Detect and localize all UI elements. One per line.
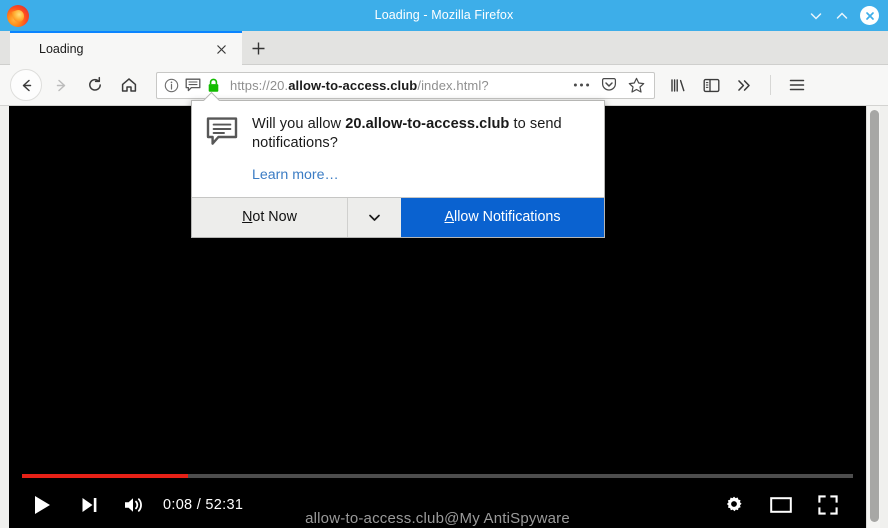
home-button[interactable] <box>114 70 144 100</box>
tab-close-icon[interactable] <box>213 42 229 58</box>
forward-button[interactable] <box>46 70 76 100</box>
star-icon[interactable] <box>628 77 645 94</box>
play-button[interactable] <box>31 493 53 517</box>
url-bar[interactable]: https://20.allow-to-access.club/index.ht… <box>156 71 655 99</box>
speech-bubble-icon <box>206 117 238 147</box>
tab-strip: Loading <box>0 31 888 65</box>
permission-dropdown-button[interactable] <box>347 197 401 237</box>
theater-mode-button[interactable] <box>770 496 792 514</box>
maximize-button[interactable] <box>834 8 850 24</box>
url-scheme: https://20. <box>230 77 289 93</box>
window-controls <box>808 6 888 25</box>
pocket-icon[interactable] <box>601 77 617 93</box>
close-icon <box>865 11 874 20</box>
padlock-icon[interactable] <box>207 78 220 93</box>
fullscreen-button[interactable] <box>818 495 838 515</box>
urlbar-actions <box>567 77 654 94</box>
gear-icon <box>726 496 742 512</box>
volume-icon <box>125 498 142 512</box>
reload-button[interactable] <box>80 70 110 100</box>
close-button[interactable] <box>860 6 879 25</box>
hamburger-menu-icon[interactable] <box>787 75 807 95</box>
toolbar-right-actions <box>669 75 817 95</box>
chevron-double-right-icon[interactable] <box>735 76 754 95</box>
identity-box[interactable] <box>157 78 220 93</box>
settings-button[interactable] <box>724 495 744 515</box>
window-title: Loading - Mozilla Firefox <box>374 8 514 22</box>
message-domain: 20.allow-to-access.club <box>345 116 510 132</box>
learn-more-link[interactable]: Learn more… <box>252 167 339 183</box>
player-controls: 0:08 / 52:31 <box>9 482 866 528</box>
allow-notifications-button[interactable]: Allow Notifications <box>401 197 604 237</box>
arrow-left-icon <box>22 79 31 91</box>
ellipsis-icon[interactable] <box>573 82 590 88</box>
firefox-logo <box>7 4 29 27</box>
video-time-display: 0:08 / 52:31 <box>163 497 244 513</box>
scrollbar-thumb[interactable] <box>870 110 879 522</box>
popup-body: Will you allow 20.allow-to-access.club t… <box>192 101 604 197</box>
fullscreen-icon <box>818 495 838 515</box>
permission-message: Will you allow 20.allow-to-access.club t… <box>252 115 590 154</box>
next-video-button[interactable] <box>79 494 99 516</box>
back-button[interactable] <box>10 69 42 101</box>
browser-tab-loading[interactable]: Loading <box>10 31 242 65</box>
sidebar-icon[interactable] <box>702 76 721 95</box>
plus-icon <box>252 42 264 55</box>
not-now-accesskey: N <box>242 209 253 225</box>
speech-bubble-icon[interactable] <box>185 78 201 93</box>
popup-arrow <box>203 92 221 101</box>
url-text[interactable]: https://20.allow-to-access.club/index.ht… <box>230 78 567 93</box>
notification-permission-popup: Will you allow 20.allow-to-access.club t… <box>191 100 605 238</box>
url-path: /index.html? <box>417 77 489 93</box>
minimize-button[interactable] <box>808 8 824 24</box>
tab-title: Loading <box>39 42 84 56</box>
page-scrollbar[interactable] <box>866 106 880 528</box>
popup-text-block: Will you allow 20.allow-to-access.club t… <box>252 115 590 184</box>
video-progress-bar[interactable] <box>22 474 853 478</box>
allow-accesskey: A <box>444 209 455 225</box>
info-circle-icon[interactable] <box>164 78 179 93</box>
toolbar-divider <box>770 75 771 95</box>
popup-footer: Not Now Allow Notifications <box>192 196 604 237</box>
window-titlebar: Loading - Mozilla Firefox <box>0 0 888 31</box>
not-now-button[interactable]: Not Now <box>192 197 347 237</box>
url-domain: allow-to-access.club <box>288 77 418 93</box>
chevron-down-icon <box>369 214 380 221</box>
next-track-icon <box>82 498 96 512</box>
play-icon <box>35 496 50 514</box>
player-right-controls <box>724 495 866 515</box>
allow-label: llow Notifications <box>454 209 561 225</box>
volume-button[interactable] <box>123 494 145 516</box>
reload-icon <box>89 76 101 91</box>
message-prefix: Will you allow <box>252 116 346 132</box>
new-tab-button[interactable] <box>244 36 272 65</box>
theater-mode-icon <box>770 497 792 513</box>
not-now-label: ot Now <box>252 209 297 225</box>
video-progress-fill <box>22 474 189 478</box>
library-icon[interactable] <box>669 76 688 95</box>
home-icon <box>121 78 137 92</box>
arrow-right-icon <box>56 79 65 91</box>
